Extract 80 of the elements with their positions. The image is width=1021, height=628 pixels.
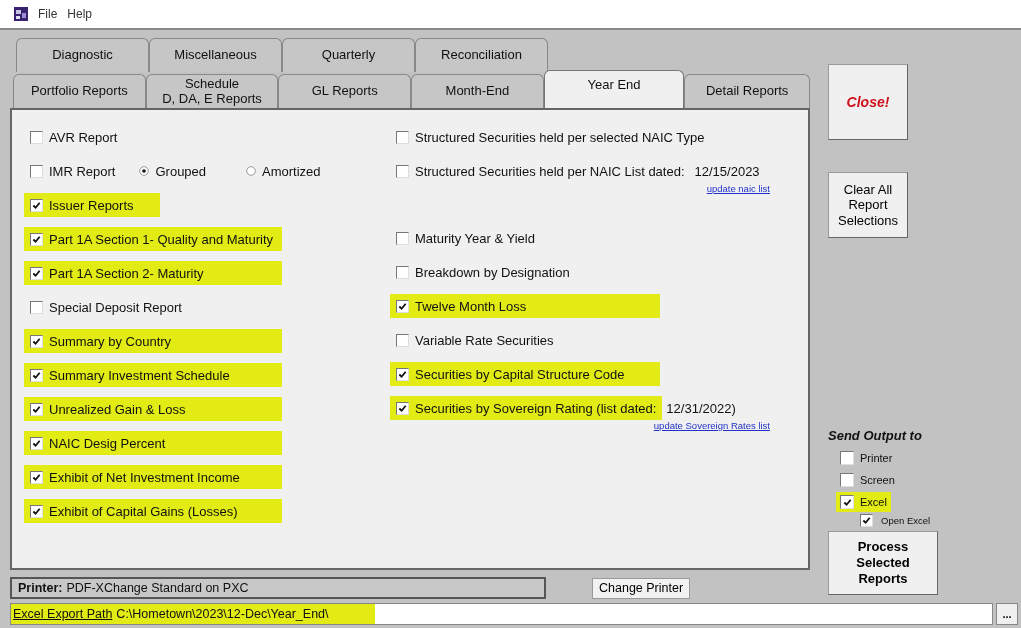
app-icon xyxy=(14,7,28,21)
clear-selections-button[interactable]: Clear All Report Selections xyxy=(828,172,908,238)
report-option-label[interactable]: Breakdown by Designation xyxy=(415,264,570,280)
checkbox[interactable] xyxy=(30,300,43,314)
checkbox[interactable] xyxy=(840,495,854,509)
output-option-label[interactable]: Screen xyxy=(860,474,895,486)
report-option-label[interactable]: Exhibit of Capital Gains (Losses) xyxy=(49,503,238,519)
report-option-label[interactable]: Part 1A Section 2- Maturity xyxy=(49,265,204,281)
tab[interactable]: Miscellaneous xyxy=(149,38,282,72)
checkbox[interactable] xyxy=(396,130,409,144)
report-option-label[interactable]: Variable Rate Securities xyxy=(415,332,554,348)
output-option-label[interactable]: Excel xyxy=(860,496,887,508)
checkbox[interactable] xyxy=(30,436,43,450)
checkbox[interactable] xyxy=(30,334,43,348)
tab[interactable]: Diagnostic xyxy=(16,38,149,72)
report-option-label[interactable]: Twelve Month Loss xyxy=(415,298,527,314)
output-option-label[interactable]: Printer xyxy=(860,452,893,464)
checkbox[interactable] xyxy=(30,232,43,246)
menu-item[interactable]: File xyxy=(38,7,58,21)
report-option-label[interactable]: IMR Report xyxy=(49,163,116,179)
checkbox[interactable] xyxy=(30,164,43,178)
checkbox[interactable] xyxy=(30,198,43,212)
checkbox[interactable] xyxy=(30,402,43,416)
update-link[interactable]: update Sovereign Rates list xyxy=(653,420,770,431)
list-date: 12/31/2022) xyxy=(665,400,737,416)
report-option-label[interactable]: Maturity Year & Yield xyxy=(415,230,535,246)
open-excel-label[interactable]: Open Excel xyxy=(881,514,931,526)
browse-button[interactable]: ... xyxy=(996,603,1018,625)
tab[interactable]: Year End xyxy=(543,70,685,108)
change-printer-button[interactable]: Change Printer xyxy=(592,577,691,599)
tab[interactable]: Detail Reports xyxy=(684,74,810,108)
checkbox[interactable] xyxy=(840,451,854,465)
tab[interactable]: GL Reports xyxy=(278,74,411,108)
report-option-label[interactable]: Summary Investment Schedule xyxy=(49,367,230,383)
checkbox[interactable] xyxy=(30,368,43,382)
tab[interactable]: Schedule D, DA, E Reports xyxy=(145,74,279,108)
tab[interactable]: Month-End xyxy=(411,74,544,108)
export-path-field[interactable]: Excel Export Path C:\Hometown\2023\12-Dec\Year_End\ xyxy=(10,603,993,625)
tab[interactable]: Quarterly xyxy=(282,38,415,72)
printer-name: PDF-XChange Standard on PXC xyxy=(66,581,249,595)
checkbox[interactable] xyxy=(396,265,409,279)
checkbox[interactable] xyxy=(30,504,43,518)
report-option-label[interactable]: Securities by Capital Structure Code xyxy=(415,366,625,382)
export-path-value: C:\Hometown\2023\12-Dec\Year_End\ xyxy=(116,607,329,621)
tab[interactable]: Reconciliation xyxy=(415,38,548,72)
checkbox[interactable] xyxy=(30,130,43,144)
menu-item[interactable]: Help xyxy=(67,7,93,21)
checkbox[interactable] xyxy=(396,333,409,347)
checkbox[interactable] xyxy=(396,164,409,178)
report-option-label[interactable]: Exhibit of Net Investment Income xyxy=(49,469,240,485)
printer-label: Printer: xyxy=(18,581,63,595)
tab[interactable]: Portfolio Reports xyxy=(13,74,146,108)
list-date: 12/15/2023 xyxy=(693,163,761,179)
report-option-label[interactable]: AVR Report xyxy=(49,129,118,145)
radio-label[interactable]: Amortized xyxy=(262,163,321,179)
checkbox[interactable] xyxy=(396,231,409,245)
report-option-label[interactable]: Summary by Country xyxy=(49,333,172,349)
checkbox[interactable] xyxy=(30,470,43,484)
process-reports-button[interactable]: Process Selected Reports xyxy=(828,531,938,595)
send-output-title: Send Output to xyxy=(828,428,923,443)
report-option-label[interactable]: Special Deposit Report xyxy=(49,299,182,315)
radio-label[interactable]: Grouped xyxy=(155,163,207,179)
checkbox[interactable] xyxy=(840,473,854,487)
checkbox[interactable] xyxy=(396,367,409,381)
radio-button[interactable] xyxy=(246,166,257,176)
report-option-label[interactable]: Unrealized Gain & Loss xyxy=(49,401,186,417)
report-option-label[interactable]: Structured Securities held per selected NAIC Type xyxy=(415,129,705,145)
radio-button[interactable] xyxy=(139,166,150,176)
checkbox[interactable] xyxy=(860,513,873,527)
checkbox[interactable] xyxy=(396,401,409,415)
report-option-label[interactable]: Securities by Sovereign Rating (list dated: xyxy=(415,400,657,416)
report-option-label[interactable]: Structured Securities held per NAIC List dated: xyxy=(415,163,685,179)
checkbox[interactable] xyxy=(30,266,43,280)
report-option-label[interactable]: Part 1A Section 1- Quality and Maturity xyxy=(49,231,273,247)
report-option-label[interactable]: Issuer Reports xyxy=(49,197,134,213)
checkbox[interactable] xyxy=(396,299,409,313)
close-button[interactable]: Close! xyxy=(828,64,908,140)
export-path-link[interactable]: Excel Export Path xyxy=(13,607,113,621)
update-link[interactable]: update naic list xyxy=(706,183,770,194)
report-option-label[interactable]: NAIC Desig Percent xyxy=(49,435,166,451)
